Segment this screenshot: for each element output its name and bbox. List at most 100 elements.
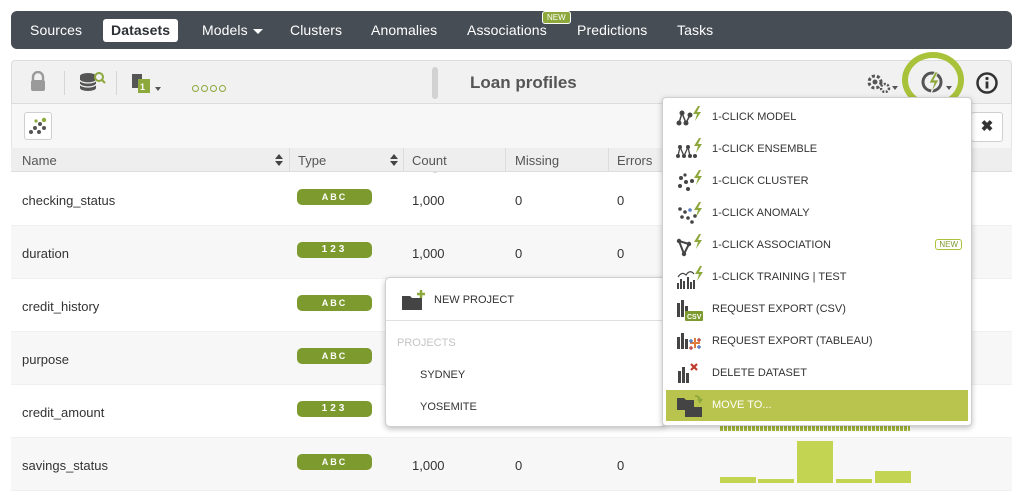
- nav-datasets[interactable]: Datasets: [103, 19, 179, 42]
- toolbar-divider: [64, 71, 65, 95]
- close-button[interactable]: ✖: [971, 112, 1003, 142]
- menu-item-label: 1-CLICK ASSOCIATION: [712, 239, 831, 251]
- type-badge: ABC: [297, 348, 372, 364]
- page-title: Loan profiles: [470, 73, 577, 92]
- filter-fields-button[interactable]: [24, 112, 52, 140]
- field-name[interactable]: purpose: [22, 352, 69, 367]
- menu-item-delete-dataset[interactable]: DELETE DATASET: [666, 358, 968, 389]
- menu-item-label: REQUEST EXPORT (TABLEAU): [712, 335, 873, 347]
- type-badge: 123: [297, 401, 372, 417]
- menu-item-1click-ensemble[interactable]: 1-CLICK ENSEMBLE: [666, 134, 968, 165]
- field-name[interactable]: duration: [22, 246, 69, 261]
- tableau-export-icon: [677, 333, 701, 350]
- nav-associations[interactable]: Associations: [467, 22, 547, 38]
- ensemble-icon: [676, 138, 702, 158]
- nav-predictions[interactable]: Predictions: [577, 22, 647, 38]
- nav-sources[interactable]: Sources: [30, 22, 82, 38]
- type-badge: ABC: [297, 189, 372, 205]
- histogram-credit-amount: [720, 426, 910, 431]
- field-count: 1,000: [412, 246, 445, 261]
- menu-item-1click-association[interactable]: 1-CLICK ASSOCIATION NEW: [666, 230, 968, 261]
- col-header-missing[interactable]: Missing: [515, 153, 559, 168]
- column-divider: [608, 148, 609, 172]
- nav-models[interactable]: Models: [202, 22, 263, 38]
- type-badge: 123: [297, 242, 372, 258]
- project-item-sydney[interactable]: SYDNEY: [420, 369, 465, 381]
- new-badge: NEW: [935, 239, 962, 250]
- menu-item-label: 1-CLICK MODEL: [712, 111, 797, 123]
- menu-item-label: 1-CLICK TRAINING | TEST: [712, 271, 847, 283]
- tree-model-icon: [676, 106, 701, 126]
- csv-export-icon: CSV: [677, 300, 703, 321]
- menu-item-1click-cluster[interactable]: 1-CLICK CLUSTER: [666, 166, 968, 197]
- menu-item-1click-training-test[interactable]: 1-CLICK TRAINING | TEST: [666, 262, 968, 293]
- histogram-savings-status: [720, 441, 912, 483]
- main-nav: Sources Datasets Models Clusters Anomali…: [11, 11, 1012, 49]
- scatter-filter-icon: [29, 117, 47, 134]
- column-divider: [289, 148, 290, 172]
- menu-item-label: REQUEST EXPORT (CSV): [712, 303, 846, 315]
- nav-models-label: Models: [202, 22, 248, 38]
- field-missing: 0: [515, 246, 523, 261]
- cluster-icon: [678, 170, 702, 191]
- new-badge: NEW: [542, 11, 571, 24]
- sort-icon[interactable]: [390, 154, 398, 169]
- field-name[interactable]: credit_amount: [22, 405, 104, 420]
- folder-add-icon: [402, 290, 425, 310]
- sample-dataset-icon[interactable]: 1: [130, 71, 166, 100]
- association-icon: [676, 234, 702, 257]
- menu-item-label: DELETE DATASET: [712, 367, 807, 379]
- move-to-folder-icon: [677, 395, 703, 417]
- field-errors: 0: [617, 193, 625, 208]
- project-item-yosemite[interactable]: YOSEMITE: [420, 401, 477, 413]
- col-header-errors[interactable]: Errors: [617, 153, 652, 168]
- column-divider: [403, 148, 404, 172]
- menu-item-label: MOVE TO...: [712, 399, 772, 411]
- menu-item-label: 1-CLICK ANOMALY: [712, 207, 810, 219]
- sort-icon[interactable]: [275, 154, 283, 169]
- menu-item-1click-anomaly[interactable]: 1-CLICK ANOMALY: [666, 198, 968, 229]
- field-count: 1,000: [412, 458, 445, 473]
- nav-anomalies[interactable]: Anomalies: [371, 22, 437, 38]
- type-badge: ABC: [297, 454, 372, 470]
- toolbar-divider: [116, 71, 117, 95]
- col-header-name[interactable]: Name: [22, 153, 57, 168]
- menu-item-label: 1-CLICK CLUSTER: [712, 175, 809, 187]
- field-errors: 0: [617, 246, 625, 261]
- lock-icon[interactable]: [29, 70, 47, 98]
- field-errors: 0: [617, 458, 625, 473]
- field-missing: 0: [515, 193, 523, 208]
- field-name[interactable]: savings_status: [22, 458, 108, 473]
- svg-text:CSV: CSV: [687, 314, 702, 321]
- field-name[interactable]: checking_status: [22, 193, 115, 208]
- menu-item-label: 1-CLICK ENSEMBLE: [712, 143, 818, 155]
- svg-text:1: 1: [140, 82, 145, 92]
- projects-header: PROJECTS: [397, 337, 456, 349]
- move-to-project-popup: NEW PROJECT PROJECTS SYDNEY YOSEMITE: [385, 277, 666, 427]
- dataset-progress-dots: [192, 79, 228, 97]
- menu-item-1click-model[interactable]: 1-CLICK MODEL: [666, 102, 968, 133]
- gear-icon[interactable]: [865, 71, 899, 100]
- info-icon[interactable]: [975, 71, 999, 100]
- menu-item-export-tableau[interactable]: REQUEST EXPORT (TABLEAU): [666, 326, 968, 357]
- col-header-count[interactable]: Count: [412, 153, 447, 168]
- anomaly-icon: [678, 202, 702, 224]
- menu-item-move-to[interactable]: MOVE TO...: [666, 390, 968, 421]
- chevron-down-icon: [252, 28, 263, 34]
- column-divider: [505, 148, 506, 172]
- training-test-icon: [677, 266, 703, 289]
- new-project-button[interactable]: NEW PROJECT: [401, 290, 651, 312]
- popup-divider: [386, 320, 665, 321]
- col-header-type[interactable]: Type: [298, 153, 326, 168]
- nav-clusters[interactable]: Clusters: [290, 22, 342, 38]
- dataset-search-icon[interactable]: [78, 71, 106, 98]
- nav-tasks[interactable]: Tasks: [677, 22, 713, 38]
- oneclick-menu: 1-CLICK MODEL 1-CLICK ENSEMBLE 1-CLICK C…: [662, 97, 972, 426]
- new-project-label: NEW PROJECT: [434, 294, 515, 306]
- field-name[interactable]: credit_history: [22, 299, 99, 314]
- field-missing: 0: [515, 458, 523, 473]
- field-count: 1,000: [412, 193, 445, 208]
- menu-item-export-csv[interactable]: CSV REQUEST EXPORT (CSV): [666, 294, 968, 325]
- type-badge: ABC: [297, 295, 372, 311]
- delete-dataset-icon: [678, 363, 698, 383]
